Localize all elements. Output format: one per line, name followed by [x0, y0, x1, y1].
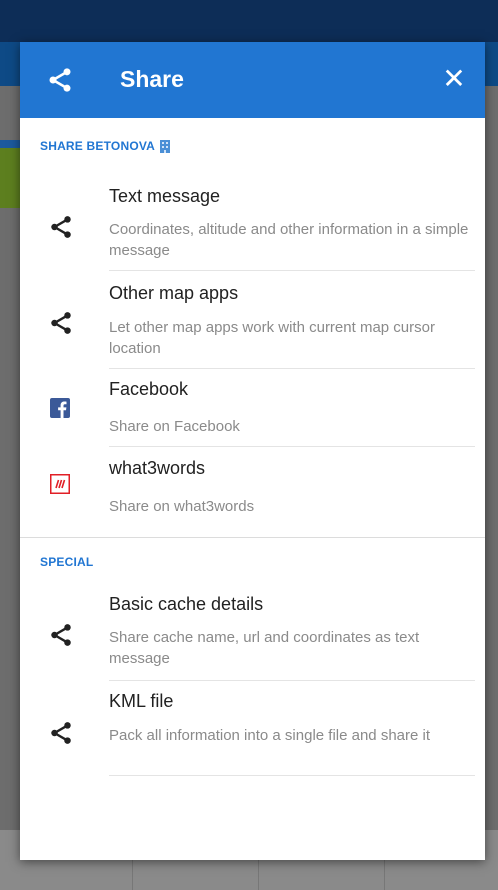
share-icon — [51, 722, 71, 744]
section-header-label: SHARE BETONOVA — [40, 139, 156, 153]
share-item-basic-cache-details[interactable]: Basic cache details Share cache name, ur… — [20, 592, 485, 682]
section-header-label: SPECIAL — [40, 555, 94, 569]
divider — [109, 270, 475, 271]
item-title: KML file — [109, 691, 174, 711]
item-description: Share on Facebook — [109, 418, 240, 435]
share-icon — [51, 216, 71, 238]
item-description: Pack all information into a single file … — [109, 727, 431, 744]
facebook-icon — [50, 398, 70, 418]
share-item-what3words[interactable]: what3words Share on what3words — [20, 454, 485, 534]
background-strip — [0, 140, 20, 148]
dialog-header: Share ✕ — [20, 42, 485, 118]
dialog-title: Share — [120, 66, 184, 92]
status-bar-background — [0, 0, 498, 42]
item-title: Text message — [109, 186, 221, 206]
item-title: Other map apps — [109, 283, 239, 303]
divider — [109, 368, 475, 369]
section-divider — [20, 537, 485, 538]
share-item-text-message[interactable]: Text message Coordinates, altitude and o… — [20, 182, 485, 272]
share-dialog: Share ✕ SHARE BETONOVA Text message Coor… — [20, 42, 485, 860]
share-item-other-map-apps[interactable]: Other map apps Let other map apps work w… — [20, 278, 485, 368]
share-icon — [49, 68, 71, 92]
item-title: Facebook — [109, 379, 189, 399]
share-icon — [51, 312, 71, 334]
item-description: Coordinates, altitude and other informat… — [109, 221, 469, 259]
section-header-special: SPECIAL — [40, 555, 93, 569]
item-title: Basic cache details — [109, 594, 264, 614]
divider — [109, 680, 475, 681]
background-strip — [0, 148, 20, 208]
item-description: Share on what3words — [109, 498, 255, 515]
divider — [109, 775, 475, 776]
item-description: Share cache name, url and coordinates as… — [109, 629, 420, 667]
close-button[interactable]: ✕ — [437, 62, 471, 96]
item-description: Let other map apps work with current map… — [109, 319, 435, 357]
building-icon — [160, 139, 171, 153]
share-item-kml-file[interactable]: KML file Pack all information into a sin… — [20, 688, 485, 778]
item-title: what3words — [109, 458, 206, 478]
section-header-share: SHARE BETONOVA — [40, 139, 171, 153]
divider — [109, 446, 475, 447]
share-item-facebook[interactable]: Facebook Share on Facebook — [20, 376, 485, 446]
what3words-icon — [50, 474, 70, 494]
share-icon — [51, 624, 71, 646]
